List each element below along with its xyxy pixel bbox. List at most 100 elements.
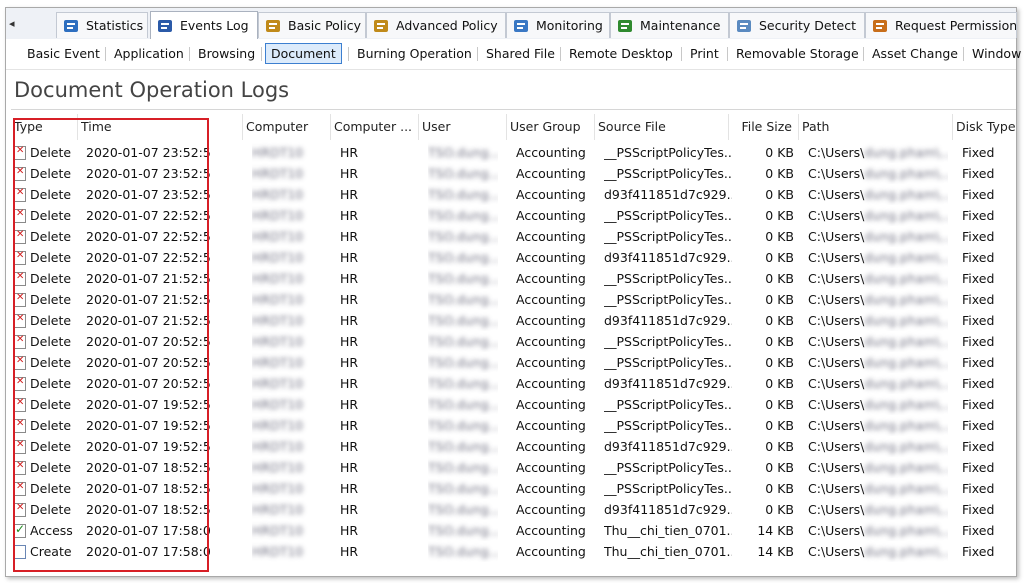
disk-type-cell: Fixed [962, 544, 995, 559]
time-cell: 2020-01-07 21:52:59 [86, 292, 211, 307]
type-cell: Delete [30, 187, 72, 202]
user-cell: TSO.dung... [428, 145, 498, 160]
path-prefix: C:\Users\ [808, 439, 865, 454]
column-divider[interactable] [798, 114, 799, 140]
path-redacted: dung.pham\... [864, 208, 948, 223]
table-row[interactable]: Delete 2020-01-07 23:52:59 HRDT10 HR TSO.dun… [6, 163, 1016, 184]
column-divider[interactable] [77, 114, 78, 140]
bar-chart-icon [62, 17, 80, 35]
column-divider[interactable] [728, 114, 729, 140]
column-header-source-file[interactable]: Source File [598, 116, 728, 138]
source-file-cell: d93f411851d7c929.... [604, 376, 732, 391]
tab-advanced-policy[interactable]: Advanced Policy [366, 12, 506, 38]
tab-events-log[interactable]: Events Log [150, 11, 258, 39]
subtab-window[interactable]: Window [967, 43, 1024, 64]
path-redacted: dung.pham\... [864, 523, 948, 538]
column-header-path[interactable]: Path [802, 116, 952, 138]
path-cell: C:\Users\dung.pham\... [808, 331, 948, 352]
path-prefix: C:\Users\ [808, 145, 865, 160]
table-row[interactable]: Create 2020-01-07 17:58:08 HRDT10 HR TSO.dun… [6, 541, 1016, 562]
table-row[interactable]: Delete 2020-01-07 22:52:59 HRDT10 HR TSO.dun… [6, 205, 1016, 226]
table-row[interactable]: Delete 2020-01-07 22:52:59 HRDT10 HR TSO.dun… [6, 226, 1016, 247]
user-cell: TSO.dung... [428, 271, 498, 286]
user-cell: TSO.dung... [428, 250, 498, 265]
disk-type-cell: Fixed [962, 229, 995, 244]
type-cell: Delete [30, 208, 72, 223]
column-header-computer-[interactable]: Computer ... [334, 116, 418, 138]
subtab-application[interactable]: Application [109, 43, 189, 64]
column-header-disk-type[interactable]: Disk Type [956, 116, 1016, 138]
scroll-left-icon[interactable]: ◂ [9, 17, 23, 31]
tab-label: Request Permission [895, 18, 1017, 33]
path-cell: C:\Users\dung.pham\... [808, 163, 948, 184]
delete-icon [14, 481, 26, 496]
table-row[interactable]: Delete 2020-01-07 18:52:59 HRDT10 HR TSO.dun… [6, 457, 1016, 478]
user-cell: TSO.dung... [428, 523, 498, 538]
table-row[interactable]: Delete 2020-01-07 19:52:58 HRDT10 HR TSO.dun… [6, 415, 1016, 436]
table-row[interactable]: Delete 2020-01-07 18:52:59 HRDT10 HR TSO.dun… [6, 478, 1016, 499]
user-cell: TSO.dung... [428, 208, 498, 223]
path-redacted: dung.pham\... [864, 355, 948, 370]
table-row[interactable]: Delete 2020-01-07 20:52:58 HRDT10 HR TSO.dun… [6, 352, 1016, 373]
table-row[interactable]: Delete 2020-01-07 18:52:58 HRDT10 HR TSO.dun… [6, 499, 1016, 520]
column-divider[interactable] [242, 114, 243, 140]
subtab-removable-storage[interactable]: Removable Storage [731, 43, 864, 64]
type-cell: Delete [30, 376, 72, 391]
table-row[interactable]: Delete 2020-01-07 21:52:59 HRDT10 HR TSO.dun… [6, 310, 1016, 331]
subtab-print[interactable]: Print [685, 43, 724, 64]
column-divider[interactable] [330, 114, 331, 140]
type-cell: Access [30, 523, 73, 538]
table-row[interactable]: Delete 2020-01-07 19:52:58 HRDT10 HR TSO.dun… [6, 394, 1016, 415]
path-redacted: dung.pham\... [864, 502, 948, 517]
tab-basic-policy[interactable]: Basic Policy [258, 12, 366, 38]
column-header-file-size[interactable]: File Size [732, 116, 792, 138]
user-cell: TSO.dung... [428, 187, 498, 202]
column-divider[interactable] [506, 114, 507, 140]
subtab-browsing[interactable]: Browsing [193, 43, 260, 64]
subtab-document[interactable]: Document [265, 43, 342, 64]
table-row[interactable]: Delete 2020-01-07 23:52:59 HRDT10 HR TSO.dun… [6, 184, 1016, 205]
path-redacted: dung.pham\... [864, 334, 948, 349]
subtab-basic-event[interactable]: Basic Event [22, 43, 105, 64]
delete-icon [14, 502, 26, 517]
subtab-asset-change[interactable]: Asset Change [867, 43, 963, 64]
tab-label: Statistics [86, 18, 144, 33]
subtab-shared-file[interactable]: Shared File [481, 43, 560, 64]
column-header-user[interactable]: User [422, 116, 506, 138]
disk-type-cell: Fixed [962, 418, 995, 433]
column-divider[interactable] [418, 114, 419, 140]
table-row[interactable]: Delete 2020-01-07 23:52:59 HRDT10 HR TSO.dun… [6, 142, 1016, 163]
table-row[interactable]: Delete 2020-01-07 21:52:59 HRDT10 HR TSO.dun… [6, 268, 1016, 289]
column-header-time[interactable]: Time [81, 116, 241, 138]
path-prefix: C:\Users\ [808, 334, 865, 349]
column-header-user-group[interactable]: User Group [510, 116, 594, 138]
path-cell: C:\Users\dung.pham\... [808, 226, 948, 247]
table-row[interactable]: Access 2020-01-07 17:58:09 HRDT10 HR TSO.dun… [6, 520, 1016, 541]
source-file-cell: Thu__chi_tien_0701... [604, 523, 732, 538]
subtab-burning-operation[interactable]: Burning Operation [352, 43, 477, 64]
computer-group-cell: HR [340, 502, 359, 517]
tab-security-detect[interactable]: Security Detect [729, 12, 865, 38]
table-row[interactable]: Delete 2020-01-07 20:52:58 HRDT10 HR TSO.dun… [6, 373, 1016, 394]
disk-type-cell: Fixed [962, 208, 995, 223]
time-cell: 2020-01-07 19:52:58 [86, 418, 211, 433]
table-row[interactable]: Delete 2020-01-07 20:52:58 HRDT10 HR TSO.dun… [6, 331, 1016, 352]
user-cell: TSO.dung... [428, 460, 498, 475]
column-divider[interactable] [952, 114, 953, 140]
user-cell: TSO.dung... [428, 334, 498, 349]
column-header-type[interactable]: Type [14, 116, 74, 138]
table-row[interactable]: Delete 2020-01-07 21:52:59 HRDT10 HR TSO.dun… [6, 289, 1016, 310]
delete-icon [14, 145, 26, 160]
tab-maintenance[interactable]: Maintenance [610, 12, 729, 38]
column-divider[interactable] [594, 114, 595, 140]
file-size-cell: 0 KB [765, 313, 794, 328]
tab-statistics[interactable]: Statistics [56, 12, 148, 38]
tab-request-permission[interactable]: Request Permission [865, 12, 1017, 38]
delete-icon [14, 376, 26, 391]
table-row[interactable]: Delete 2020-01-07 19:52:58 HRDT10 HR TSO.dun… [6, 436, 1016, 457]
table-row[interactable]: Delete 2020-01-07 22:52:59 HRDT10 HR TSO.dun… [6, 247, 1016, 268]
subtab-remote-desktop[interactable]: Remote Desktop [564, 43, 678, 64]
column-header-computer[interactable]: Computer [246, 116, 326, 138]
user-group-cell: Accounting [516, 145, 586, 160]
tab-monitoring[interactable]: Monitoring [506, 12, 610, 38]
